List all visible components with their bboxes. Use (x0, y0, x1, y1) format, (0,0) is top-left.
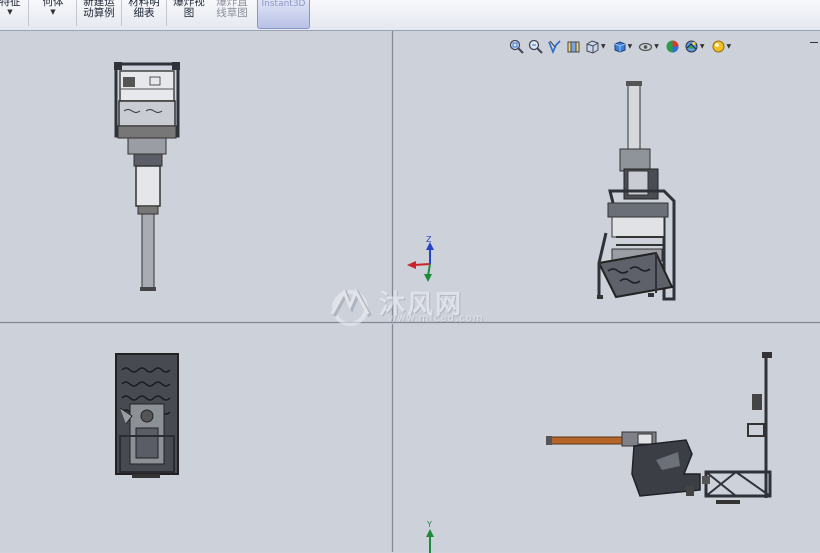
view-settings-icon[interactable] (710, 38, 727, 55)
top-view-model (115, 353, 179, 478)
chevron-down-icon[interactable]: ▼ (700, 43, 705, 50)
axis-triad: Z (407, 235, 434, 282)
ribbon-item-label: 动算例 (83, 7, 115, 19)
zoom-to-area-icon[interactable] (527, 38, 544, 55)
zoom-to-fit-icon[interactable] (508, 38, 525, 55)
bill-of-materials-button[interactable]: 材料明 细表 (125, 0, 163, 27)
chevron-down-icon[interactable]: ▼ (601, 43, 606, 50)
mfcad-logo-icon (330, 288, 372, 326)
ribbon-features-button[interactable]: 特征 ▼ (0, 0, 24, 27)
ribbon-item-label: 细表 (133, 7, 155, 19)
explode-line-sketch-button[interactable]: 爆炸直 线草图 (212, 0, 252, 27)
front-view-viewport[interactable] (0, 31, 391, 321)
ribbon-separator (121, 0, 122, 26)
minimize-icon[interactable] (810, 42, 818, 43)
display-style-icon[interactable] (611, 38, 628, 55)
graphics-area[interactable]: Z Y 沐风网 www.mfcad.com (0, 31, 820, 553)
axis-triad-right: Y (426, 520, 434, 553)
right-view-model (546, 352, 772, 504)
isometric-view-viewport[interactable] (394, 31, 820, 321)
z-axis-label: Z (426, 235, 432, 244)
command-ribbon: 特征 ▼ 何体 ▼ 新建运 动算例 材料明 细表 爆炸视 图 爆炸直 线草图 I… (0, 0, 820, 31)
ribbon-item-label: 线草图 (216, 7, 248, 19)
watermark-url: www.mfcad.com (388, 313, 484, 324)
edit-appearance-icon[interactable] (664, 38, 681, 55)
y-axis-label: Y (426, 520, 432, 529)
ribbon-separator (166, 0, 167, 26)
chevron-down-icon[interactable]: ▼ (654, 43, 659, 50)
chevron-down-icon[interactable]: ▼ (727, 43, 732, 50)
new-motion-study-button[interactable]: 新建运 动算例 (80, 0, 118, 27)
top-view-viewport[interactable] (0, 324, 391, 552)
front-view-model (114, 62, 180, 291)
apply-scene-icon[interactable] (683, 38, 700, 55)
watermark: 沐风网 www.mfcad.com (328, 286, 498, 330)
hide-show-items-icon[interactable] (637, 38, 654, 55)
instant3d-button[interactable]: Instant3D (257, 0, 310, 29)
ribbon-separator (76, 0, 77, 26)
isometric-view-model (597, 81, 676, 301)
ribbon-item-label: Instant3D (261, 0, 306, 9)
chevron-down-icon[interactable]: ▼ (7, 8, 12, 16)
section-view-icon[interactable] (565, 38, 582, 55)
chevron-down-icon[interactable]: ▼ (50, 8, 55, 16)
view-orientation-icon[interactable] (584, 38, 601, 55)
exploded-view-button[interactable]: 爆炸视 图 (170, 0, 208, 27)
ribbon-item-label: 图 (183, 7, 195, 19)
previous-view-icon[interactable] (546, 38, 563, 55)
chevron-down-icon[interactable]: ▼ (628, 43, 633, 50)
ribbon-geometry-button[interactable]: 何体 ▼ (36, 0, 70, 27)
ribbon-item-label: 何体 (42, 0, 64, 8)
ribbon-separator (28, 0, 29, 26)
ribbon-item-label: 特征 (0, 0, 21, 8)
right-view-viewport[interactable] (394, 324, 820, 552)
heads-up-view-toolbar: ▼ ▼ ▼ ▼ ▼ (508, 37, 734, 55)
